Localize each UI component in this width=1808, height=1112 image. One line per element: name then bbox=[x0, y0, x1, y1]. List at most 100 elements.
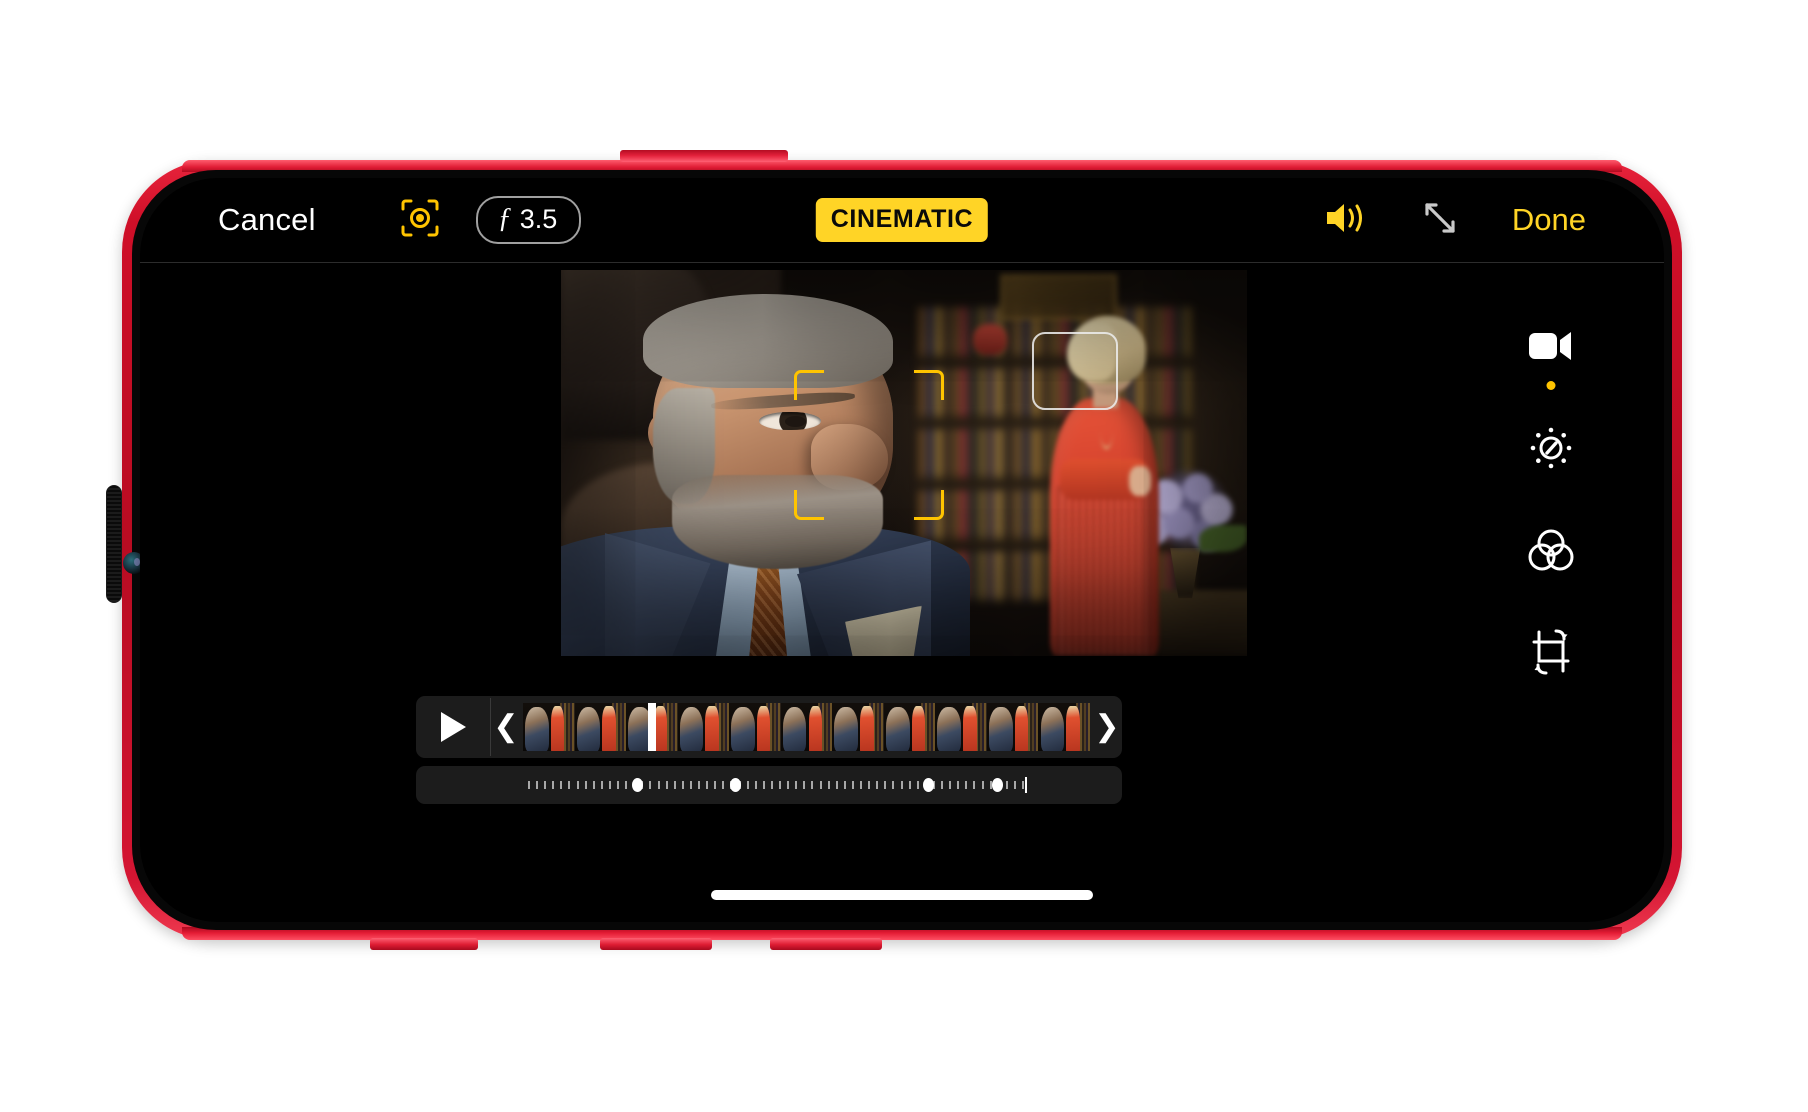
timeline-tick bbox=[568, 781, 571, 789]
toolbar-right-group: Done bbox=[1324, 198, 1586, 243]
timeline-tick bbox=[989, 781, 992, 789]
timeline-tick bbox=[560, 781, 563, 789]
timeline-tick bbox=[592, 781, 595, 789]
timeline-tick bbox=[714, 781, 717, 789]
expand-arrows-icon[interactable] bbox=[1420, 198, 1460, 243]
filmstrip-thumbnail bbox=[1038, 703, 1090, 751]
earpiece-speaker bbox=[106, 485, 122, 603]
filmstrip-thumbnail bbox=[677, 703, 730, 751]
toolbar-divider bbox=[140, 262, 1664, 263]
volume-up-button[interactable] bbox=[600, 938, 712, 950]
trim-right-handle[interactable]: ❯ bbox=[1092, 712, 1122, 742]
volume-down-button[interactable] bbox=[770, 938, 882, 950]
filmstrip-thumbnail bbox=[986, 703, 1039, 751]
timeline-tick bbox=[665, 781, 668, 789]
timeline-tick bbox=[552, 781, 555, 789]
timeline-tick bbox=[528, 781, 530, 789]
play-triangle-icon bbox=[440, 712, 466, 742]
track-end-marker bbox=[1025, 777, 1027, 793]
timeline-tick bbox=[625, 781, 628, 789]
focus-keyframe-dot[interactable] bbox=[992, 778, 1004, 792]
focus-keyframe-dot[interactable] bbox=[631, 778, 643, 792]
timeline-tick bbox=[779, 781, 782, 789]
filmstrip-thumbnails[interactable] bbox=[523, 703, 1090, 751]
timeline-tick bbox=[617, 781, 620, 789]
tool-selected-dot bbox=[1546, 381, 1556, 390]
speaker-wave-icon[interactable] bbox=[1324, 200, 1368, 241]
timeline-tick bbox=[868, 781, 871, 789]
aperture-value-button[interactable]: ƒ 3.5 bbox=[475, 196, 582, 244]
power-button[interactable] bbox=[620, 150, 788, 162]
silent-switch[interactable] bbox=[370, 938, 478, 950]
timeline-tick bbox=[981, 781, 984, 789]
tool-adjust[interactable] bbox=[1523, 420, 1579, 476]
timeline-tick bbox=[536, 781, 539, 789]
tool-crop-rotate[interactable] bbox=[1523, 624, 1579, 680]
timeline-tick bbox=[754, 781, 757, 789]
timeline-tick bbox=[843, 781, 846, 789]
aperture-symbol: ƒ bbox=[497, 203, 512, 234]
cinematic-mode-badge[interactable]: CINEMATIC bbox=[815, 198, 989, 242]
timeline-tick bbox=[973, 781, 976, 789]
filmstrip-thumbnail bbox=[935, 703, 987, 751]
timeline-tick bbox=[698, 781, 701, 789]
trim-left-handle[interactable]: ❮ bbox=[491, 712, 521, 742]
filmstrip-thumbnail bbox=[883, 703, 936, 751]
filmstrip-scrubber[interactable]: ❮ ❯ bbox=[416, 696, 1122, 758]
cinematic-focus-icon[interactable] bbox=[400, 198, 440, 243]
timeline-tick bbox=[811, 781, 814, 789]
timeline-tick bbox=[941, 781, 944, 789]
edit-tool-rail bbox=[1516, 318, 1586, 680]
screenshot-root: Cancel ƒ 3.5 CINEMATIC Done ❮ ❯ bbox=[0, 0, 1808, 1112]
filmstrip-thumbnail bbox=[523, 703, 575, 751]
timeline-tick bbox=[673, 781, 676, 789]
timeline-tick bbox=[770, 781, 773, 789]
timeline-tick bbox=[876, 781, 879, 789]
timeline-tick bbox=[787, 781, 790, 789]
focus-keyframe-track[interactable] bbox=[416, 766, 1122, 804]
timeline-tick bbox=[584, 781, 587, 789]
timeline-tick bbox=[835, 781, 838, 789]
video-preview[interactable] bbox=[561, 270, 1247, 656]
timeline-tick bbox=[706, 781, 709, 789]
timeline-tick bbox=[576, 781, 579, 789]
timeline-tick bbox=[689, 781, 692, 789]
timeline-tick bbox=[884, 781, 887, 789]
timeline-tick bbox=[900, 781, 903, 789]
focus-keyframe-dot[interactable] bbox=[730, 778, 742, 792]
filmstrip-thumbnail bbox=[780, 703, 833, 751]
playhead-scrubber[interactable] bbox=[647, 703, 656, 751]
timeline-tick bbox=[916, 781, 919, 789]
tool-filters[interactable] bbox=[1523, 522, 1579, 578]
timeline-tick bbox=[957, 781, 960, 789]
timeline-tick bbox=[1013, 781, 1016, 789]
detected-face-box[interactable] bbox=[1032, 332, 1118, 410]
home-indicator-bar bbox=[711, 890, 1093, 900]
done-button[interactable]: Done bbox=[1512, 202, 1586, 238]
timeline-tick bbox=[795, 781, 798, 789]
timeline-tick bbox=[819, 781, 822, 789]
timeline-tick bbox=[908, 781, 911, 789]
tool-video[interactable] bbox=[1523, 318, 1579, 390]
focus-keyframe-dot[interactable] bbox=[923, 778, 935, 792]
phone-screen: Cancel ƒ 3.5 CINEMATIC Done ❮ ❯ bbox=[140, 178, 1664, 922]
timeline-tick bbox=[544, 781, 547, 789]
focus-brackets-indicator[interactable] bbox=[794, 370, 944, 520]
timeline-tick bbox=[965, 781, 968, 789]
filmstrip-thumbnail bbox=[729, 703, 781, 751]
timeline-tick bbox=[949, 781, 952, 789]
timeline-tick bbox=[746, 781, 749, 789]
timeline-tick bbox=[657, 781, 660, 789]
keyframe-ticks bbox=[528, 777, 1027, 793]
cancel-button[interactable]: Cancel bbox=[218, 202, 316, 238]
timeline-tick bbox=[762, 781, 765, 789]
play-button[interactable] bbox=[416, 712, 490, 742]
editor-toolbar: Cancel ƒ 3.5 CINEMATIC Done bbox=[140, 178, 1664, 262]
timeline-tick bbox=[722, 781, 725, 789]
timeline-tick bbox=[681, 781, 684, 789]
timeline-tick bbox=[851, 781, 854, 789]
filmstrip-thumbnail bbox=[574, 703, 627, 751]
timeline-tick bbox=[803, 781, 806, 789]
leaf-decor bbox=[1198, 524, 1247, 552]
timeline-tick bbox=[1022, 781, 1024, 789]
